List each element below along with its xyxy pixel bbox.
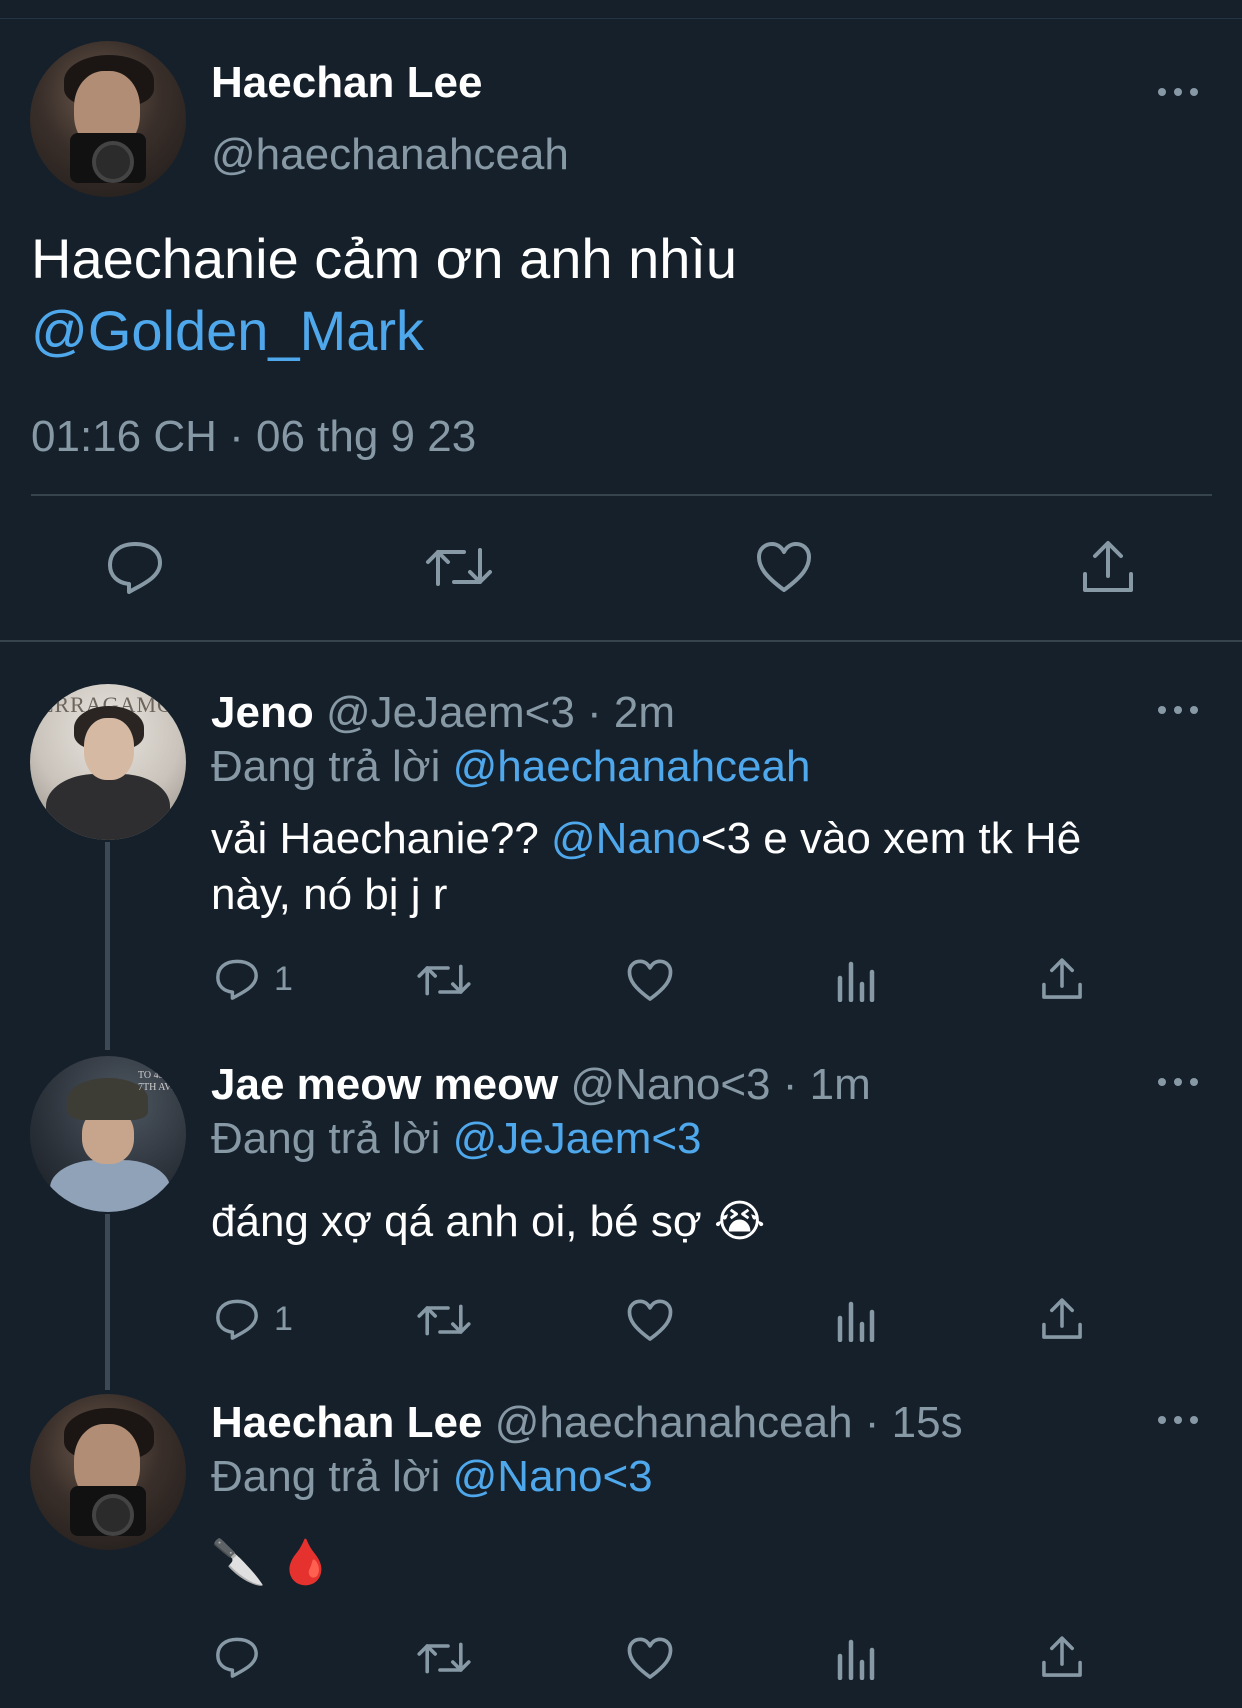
more-icon[interactable] bbox=[1158, 1414, 1198, 1426]
avatar[interactable]: TO 450 7TH AVE bbox=[30, 1056, 186, 1212]
avatar-signage: TO 450 7TH AVE bbox=[138, 1070, 178, 1093]
replying-to-link[interactable]: @Nano<3 bbox=[453, 1452, 653, 1501]
retweet-icon[interactable] bbox=[416, 1636, 472, 1680]
thread-line bbox=[105, 1214, 110, 1390]
author-handle[interactable]: @haechanahceah bbox=[211, 130, 569, 180]
like-icon[interactable] bbox=[626, 958, 674, 1004]
author-name[interactable]: Jae meow meow bbox=[211, 1060, 558, 1109]
reply-header: Jae meow meow @Nano<3 · 1m bbox=[211, 1060, 871, 1110]
retweet-icon[interactable] bbox=[424, 540, 494, 594]
more-icon[interactable] bbox=[1158, 704, 1198, 716]
share-icon[interactable] bbox=[1040, 1634, 1084, 1680]
reply-icon[interactable] bbox=[214, 956, 260, 1002]
reply-count: 1 bbox=[274, 1300, 293, 1338]
analytics-icon[interactable] bbox=[836, 960, 876, 1002]
section-divider bbox=[0, 640, 1242, 642]
tweet-timestamp[interactable]: 01:16 CH · 06 thg 9 23 bbox=[31, 412, 476, 462]
reply-text: 🔪 🩸 bbox=[211, 1538, 333, 1587]
author-name[interactable]: Jeno bbox=[211, 688, 314, 737]
reply-text-line2: này, nó bị j r bbox=[211, 870, 448, 919]
reply-text: vải Haechanie?? @Nano<3 e vào xem tk Hê bbox=[211, 814, 1082, 863]
analytics-icon[interactable] bbox=[836, 1638, 876, 1680]
retweet-icon[interactable] bbox=[416, 958, 472, 1002]
tweet-text: Haechanie cảm ơn anh nhìu bbox=[31, 227, 738, 290]
reply-icon[interactable] bbox=[214, 1634, 260, 1680]
author-meta[interactable]: @haechanahceah · 15s bbox=[495, 1398, 963, 1447]
reply-icon[interactable] bbox=[214, 1296, 260, 1342]
thread-line bbox=[105, 842, 110, 1050]
author-meta[interactable]: @JeJaem<3 · 2m bbox=[326, 688, 675, 737]
replying-to-link[interactable]: @haechanahceah bbox=[453, 742, 811, 791]
reply-text: đáng xợ qá anh oi, bé sợ 😭 bbox=[211, 1197, 766, 1246]
more-icon[interactable] bbox=[1158, 86, 1198, 98]
top-divider bbox=[0, 18, 1242, 19]
analytics-icon[interactable] bbox=[836, 1300, 876, 1342]
reply-icon[interactable] bbox=[105, 538, 165, 596]
share-icon[interactable] bbox=[1040, 1296, 1084, 1342]
replying-to: Đang trả lời @Nano<3 bbox=[211, 1452, 653, 1501]
replying-to: Đang trả lời @JeJaem<3 bbox=[211, 1114, 702, 1163]
share-icon[interactable] bbox=[1040, 956, 1084, 1002]
divider bbox=[31, 494, 1212, 496]
author-name[interactable]: Haechan Lee bbox=[211, 58, 482, 108]
avatar[interactable] bbox=[30, 41, 186, 197]
reply-header: Haechan Lee @haechanahceah · 15s bbox=[211, 1398, 963, 1448]
like-icon[interactable] bbox=[755, 540, 813, 596]
reply-count: 1 bbox=[274, 960, 293, 998]
replying-to: Đang trả lời @haechanahceah bbox=[211, 742, 811, 791]
mention-link[interactable]: @Golden_Mark bbox=[31, 298, 424, 363]
share-icon[interactable] bbox=[1080, 538, 1136, 596]
author-meta[interactable]: @Nano<3 · 1m bbox=[571, 1060, 871, 1109]
like-icon[interactable] bbox=[626, 1298, 674, 1344]
author-name[interactable]: Haechan Lee bbox=[211, 1398, 482, 1447]
more-icon[interactable] bbox=[1158, 1076, 1198, 1088]
reply-header: Jeno @JeJaem<3 · 2m bbox=[211, 688, 675, 738]
retweet-icon[interactable] bbox=[416, 1298, 472, 1342]
avatar[interactable]: ERRAGAMO bbox=[30, 684, 186, 840]
like-icon[interactable] bbox=[626, 1636, 674, 1682]
avatar[interactable] bbox=[30, 1394, 186, 1550]
mention-link[interactable]: @Nano bbox=[551, 814, 701, 863]
replying-to-link[interactable]: @JeJaem<3 bbox=[453, 1114, 702, 1163]
